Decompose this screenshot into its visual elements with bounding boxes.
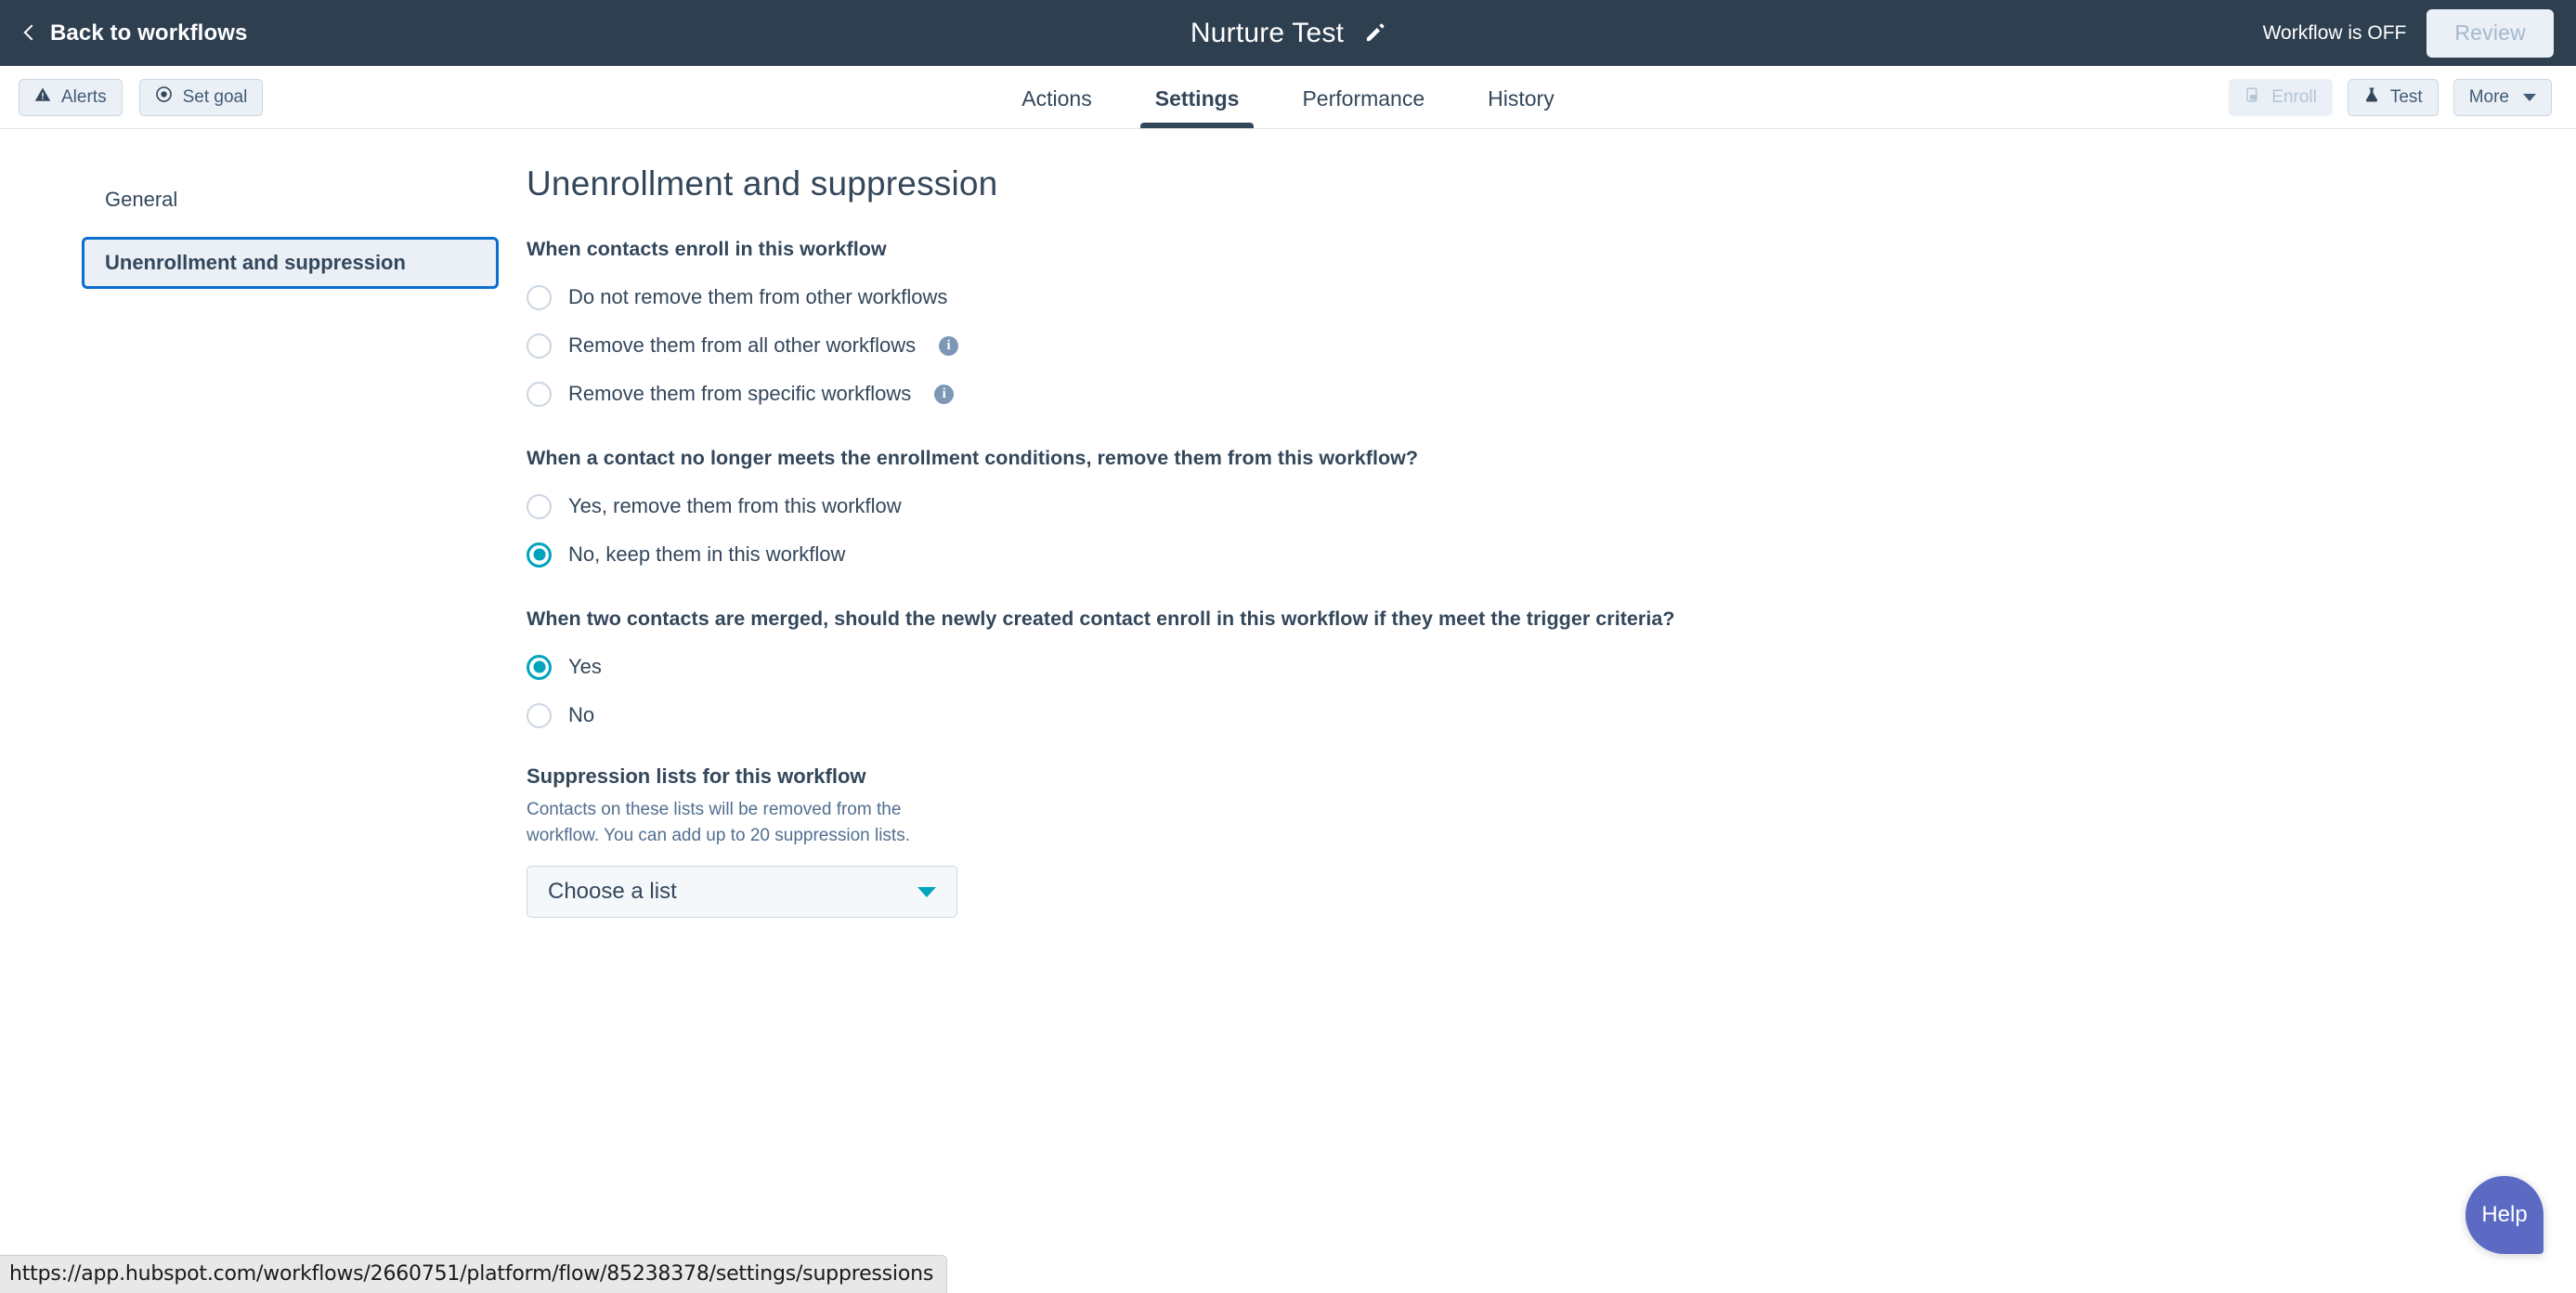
flask-icon [2363, 86, 2380, 109]
set-goal-button[interactable]: Set goal [138, 78, 264, 116]
top-navigation-bar: Back to workflows Nurture Test Workflow … [0, 0, 2576, 66]
alerts-button[interactable]: Alerts [19, 78, 123, 116]
review-button[interactable]: Review [2426, 8, 2554, 58]
radio-label: Yes [568, 655, 602, 678]
back-to-workflows-label: Back to workflows [50, 20, 248, 46]
app-root: Back to workflows Nurture Test Workflow … [0, 0, 2576, 1293]
toolbar-right-group: Enroll Test More [2229, 78, 2552, 116]
toolbar-left-group: Alerts Set goal [19, 78, 264, 116]
settings-content: Unenrollment and suppression When contac… [527, 129, 2576, 1293]
merged-contacts-question: When two contacts are merged, should the… [527, 607, 1675, 630]
status-bar-url: https://app.hubspot.com/workflows/266075… [0, 1255, 948, 1293]
suppression-list-select[interactable]: Choose a list [527, 866, 957, 919]
secondary-toolbar: Alerts Set goal Actions Settings Perform… [0, 66, 2576, 129]
enroll-removal-question: When contacts enroll in this workflow [527, 238, 887, 260]
tab-settings[interactable]: Settings [1124, 73, 1271, 128]
more-button[interactable]: More [2452, 78, 2552, 116]
workflow-status-label: Workflow is OFF [2262, 21, 2407, 44]
radio-row-remove-all-other[interactable]: Remove them from all other workflows i [527, 326, 959, 365]
back-to-workflows-link[interactable]: Back to workflows [23, 20, 248, 46]
page-body: General Unenrollment and suppression Une… [0, 129, 2576, 1293]
tab-bar: Actions Settings Performance History [0, 73, 2576, 128]
tab-actions[interactable]: Actions [990, 73, 1123, 128]
more-label: More [2468, 86, 2509, 107]
radio-button[interactable] [527, 493, 552, 519]
test-label: Test [2389, 86, 2423, 107]
enroll-icon [2244, 86, 2261, 109]
enroll-label: Enroll [2271, 86, 2317, 107]
radio-button-selected[interactable] [527, 654, 552, 680]
radio-button[interactable] [527, 381, 552, 407]
page-title: Unenrollment and suppression [527, 164, 998, 202]
merged-contacts-group: When two contacts are merged, should the… [527, 607, 2576, 735]
suppression-lists-section: Suppression lists for this workflow Cont… [527, 764, 2576, 919]
radio-row-no-keep[interactable]: No, keep them in this workflow [527, 535, 845, 574]
radio-label: No [568, 703, 595, 726]
enroll-button[interactable]: Enroll [2229, 78, 2333, 116]
help-button[interactable]: Help [2465, 1176, 2543, 1254]
info-icon[interactable]: i [939, 335, 959, 356]
pencil-icon[interactable] [1364, 22, 1386, 44]
tab-performance[interactable]: Performance [1270, 73, 1456, 128]
radio-label: No, keep them in this workflow [568, 542, 846, 566]
radio-row-do-not-remove[interactable]: Do not remove them from other workflows [527, 278, 947, 317]
set-goal-label: Set goal [182, 86, 248, 107]
radio-label: Do not remove them from other workflows [568, 285, 948, 308]
suppression-lists-description: Contacts on these lists will be removed … [527, 800, 910, 845]
radio-button[interactable] [527, 333, 552, 359]
conditions-no-longer-met-group: When a contact no longer meets the enrol… [527, 447, 2576, 574]
chevron-left-icon [23, 24, 40, 41]
tab-history[interactable]: History [1456, 73, 1586, 128]
radio-button[interactable] [527, 702, 552, 728]
radio-row-remove-specific[interactable]: Remove them from specific workflows i [527, 374, 955, 413]
radio-row-yes-remove[interactable]: Yes, remove them from this workflow [527, 487, 902, 526]
radio-row-merge-yes[interactable]: Yes [527, 647, 602, 686]
chevron-down-icon [2523, 93, 2536, 101]
radio-label: Remove them from all other workflows [568, 333, 917, 357]
conditions-no-longer-met-question: When a contact no longer meets the enrol… [527, 447, 1419, 469]
suppression-list-select-value: Choose a list [548, 879, 677, 905]
test-button[interactable]: Test [2347, 78, 2439, 116]
suppression-lists-title: Suppression lists for this workflow [527, 764, 866, 788]
radio-label: Yes, remove them from this workflow [568, 494, 902, 517]
radio-row-merge-no[interactable]: No [527, 696, 594, 735]
radio-button-selected[interactable] [527, 542, 552, 568]
sidebar-item-unenrollment-and-suppression[interactable]: Unenrollment and suppression [82, 237, 499, 289]
radio-label: Remove them from specific workflows [568, 382, 912, 405]
alerts-label: Alerts [61, 86, 107, 107]
workflow-title-group: Nurture Test [0, 18, 2576, 49]
sidebar-item-general[interactable]: General [82, 174, 499, 226]
topbar-right-group: Workflow is OFF Review [2262, 8, 2554, 58]
target-icon [155, 85, 173, 109]
info-icon[interactable]: i [934, 384, 955, 404]
warning-triangle-icon [34, 86, 51, 109]
radio-button[interactable] [527, 284, 552, 310]
workflow-title: Nurture Test [1190, 17, 1345, 48]
enroll-removal-group: When contacts enroll in this workflow Do… [527, 238, 2576, 413]
settings-sidebar: General Unenrollment and suppression [0, 129, 527, 1293]
chevron-down-icon [917, 886, 936, 897]
